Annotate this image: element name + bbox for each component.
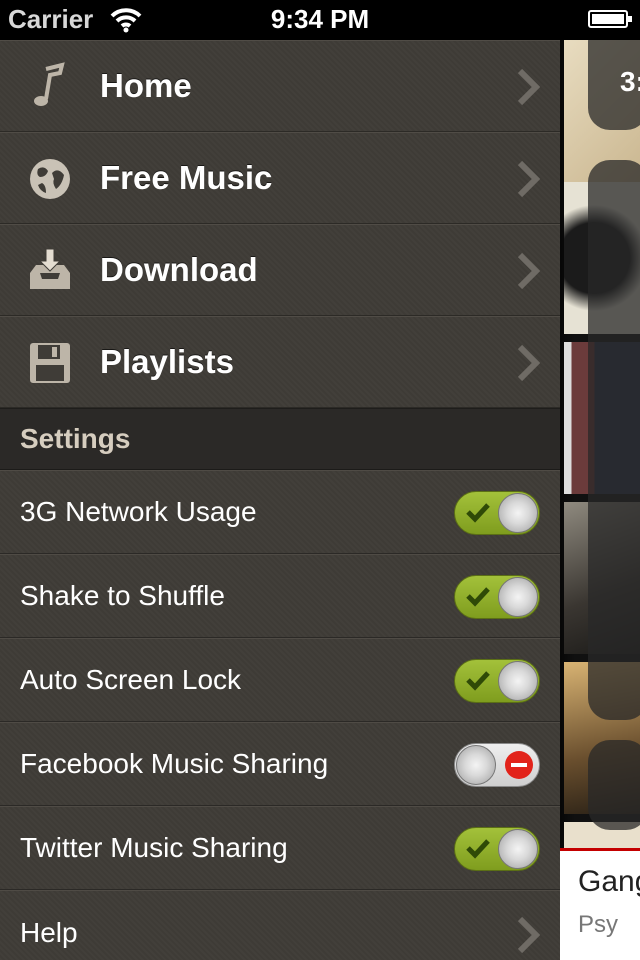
settings-header-label: Settings [20,423,131,454]
toggle-knob [498,829,538,869]
setting-label: Twitter Music Sharing [20,832,288,863]
clock: 9:34 PM [270,4,370,34]
checkmark-icon [466,671,490,691]
shake-to-shuffle-toggle[interactable] [454,575,540,619]
globe-icon [30,159,70,199]
track-overlay [588,160,640,720]
main-content-peek[interactable]: 3: Gang Psy [560,40,640,960]
download-tray-icon [30,248,70,289]
toggle-knob [498,661,538,701]
twitter-sharing-toggle[interactable] [454,827,540,871]
menu-item-home[interactable]: Home [0,40,560,132]
facebook-sharing-toggle[interactable] [454,743,540,787]
setting-facebook-music-sharing: Facebook Music Sharing [0,722,560,806]
menu-item-label: Free Music [100,159,273,196]
setting-label: Auto Screen Lock [20,664,242,695]
track-overlay [588,740,640,830]
battery-icon [588,10,632,28]
side-menu: Home Free Music Download Playlists Setti… [0,40,560,960]
now-playing-artist: Psy [578,911,619,938]
chevron-right-icon [517,916,540,954]
help-label: Help [20,917,78,948]
toggle-knob [498,493,538,533]
setting-label: Facebook Music Sharing [20,748,329,779]
menu-item-label: Playlists [100,343,234,380]
chevron-right-icon [517,68,540,106]
setting-label: 3G Network Usage [20,496,257,527]
checkmark-icon [466,839,490,859]
menu-item-download[interactable]: Download [0,224,560,316]
status-bar: Carrier 9:34 PM [0,0,640,40]
chevron-right-icon [517,160,540,198]
setting-label: Shake to Shuffle [20,580,225,611]
chevron-right-icon [517,252,540,290]
menu-item-label: Home [100,67,192,104]
setting-twitter-music-sharing: Twitter Music Sharing [0,806,560,890]
music-note-icon [34,62,65,106]
3g-network-toggle[interactable] [454,491,540,535]
menu-item-help[interactable]: Help [0,890,560,960]
setting-3g-network-usage: 3G Network Usage [0,470,560,554]
chevron-right-icon [517,344,540,382]
menu-item-label: Download [100,251,258,288]
checkmark-icon [466,587,490,607]
minus-icon [505,751,533,779]
toggle-knob [498,577,538,617]
setting-auto-screen-lock: Auto Screen Lock [0,638,560,722]
now-playing-title: Gang [578,865,640,898]
floppy-disk-icon [30,343,70,383]
menu-item-free-music[interactable]: Free Music [0,132,560,224]
setting-shake-to-shuffle: Shake to Shuffle [0,554,560,638]
track-time-fragment: 3: [620,66,640,97]
toggle-knob [456,745,496,785]
auto-screen-lock-toggle[interactable] [454,659,540,703]
settings-section-header: Settings [0,408,560,470]
now-playing-bar[interactable]: Gang Psy [560,848,640,960]
checkmark-icon [466,503,490,523]
menu-item-playlists[interactable]: Playlists [0,316,560,408]
